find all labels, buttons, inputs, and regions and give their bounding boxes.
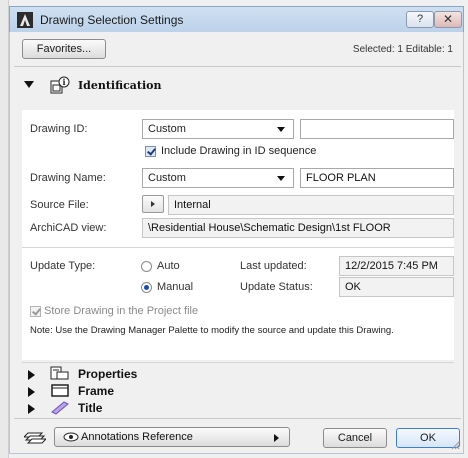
close-button[interactable]: ✕ <box>434 11 462 28</box>
divider <box>14 418 461 419</box>
annotations-reference-label: Annotations Reference <box>81 431 193 443</box>
section-label-title: Title <box>78 401 103 415</box>
source-file-label: Source File: <box>30 199 89 211</box>
dropdown-arrow-icon <box>277 176 285 181</box>
favorites-button[interactable]: Favorites... <box>22 39 106 59</box>
note-text: Note: Use the Drawing Manager Palette to… <box>30 325 394 336</box>
dialog-body: Favorites... Selected: 1 Editable: 1 i I… <box>9 32 464 454</box>
source-file-button[interactable] <box>142 195 164 213</box>
resize-grip-icon[interactable] <box>450 440 460 450</box>
title-bar[interactable]: Drawing Selection Settings ? ✕ <box>9 6 464 32</box>
update-manual-label: Manual <box>157 281 194 293</box>
divider <box>22 247 454 248</box>
identification-panel: Drawing ID: Custom Include Drawing in ID… <box>22 110 454 360</box>
collapse-arrow-icon[interactable] <box>24 81 34 88</box>
background-window-edge <box>0 0 9 458</box>
last-updated-label: Last updated: <box>240 260 307 272</box>
drawing-name-mode-value: Custom <box>148 172 186 184</box>
archicad-app-icon <box>17 12 33 28</box>
include-in-id-sequence-checkbox[interactable] <box>145 146 156 157</box>
cancel-button[interactable]: Cancel <box>323 428 387 448</box>
drawing-id-label: Drawing ID: <box>30 123 88 135</box>
include-in-id-sequence-label: Include Drawing in ID sequence <box>161 145 317 157</box>
title-icon <box>50 399 70 417</box>
update-status-label: Update Status: <box>240 281 313 293</box>
last-updated-value: 12/2/2015 7:45 PM <box>339 256 454 276</box>
eye-icon <box>63 432 79 442</box>
drawing-id-mode-select[interactable]: Custom <box>142 119 294 139</box>
update-status-value: OK <box>339 277 454 297</box>
submenu-arrow-icon <box>274 434 279 442</box>
selection-count: Selected: 1 Editable: 1 <box>352 44 453 55</box>
expand-arrow-icon[interactable] <box>28 404 35 414</box>
update-auto-label: Auto <box>157 260 180 272</box>
layers-icon <box>22 428 48 446</box>
expand-arrow-icon[interactable] <box>28 387 35 397</box>
update-auto-radio[interactable] <box>141 261 152 272</box>
dialog-window: Drawing Selection Settings ? ✕ Favorites… <box>0 0 468 458</box>
properties-icon <box>50 365 70 383</box>
expand-arrow-icon[interactable] <box>28 370 35 380</box>
drawing-id-input[interactable] <box>300 119 454 139</box>
section-label-properties: Properties <box>78 367 138 381</box>
identification-icon: i <box>50 76 70 94</box>
section-header-title[interactable]: Title <box>28 399 328 419</box>
drawing-id-mode-value: Custom <box>148 123 186 135</box>
drawing-name-input[interactable]: FLOOR PLAN <box>300 168 454 188</box>
window-title: Drawing Selection Settings <box>40 13 184 27</box>
section-label-frame: Frame <box>78 384 115 398</box>
dropdown-arrow-icon <box>277 127 285 132</box>
update-type-label: Update Type: <box>30 260 96 272</box>
svg-text:i: i <box>63 77 66 87</box>
section-label-identification: Identification <box>78 79 162 92</box>
frame-icon <box>50 382 70 400</box>
divider <box>22 362 454 363</box>
divider <box>14 66 461 67</box>
help-button[interactable]: ? <box>406 11 434 28</box>
drawing-name-mode-select[interactable]: Custom <box>142 168 294 188</box>
update-manual-radio[interactable] <box>141 282 152 293</box>
archicad-view-value: \Residential House\Schematic Design\1st … <box>142 218 454 238</box>
annotations-reference-button[interactable]: Annotations Reference <box>54 427 290 447</box>
store-drawing-checkbox[interactable] <box>30 306 41 317</box>
archicad-view-label: ArchiCAD view: <box>30 222 107 234</box>
source-file-value: Internal <box>168 195 454 215</box>
store-drawing-label: Store Drawing in the Project file <box>44 305 199 317</box>
section-header-identification[interactable]: i Identification <box>24 76 324 96</box>
drawing-name-label: Drawing Name: <box>30 172 106 184</box>
